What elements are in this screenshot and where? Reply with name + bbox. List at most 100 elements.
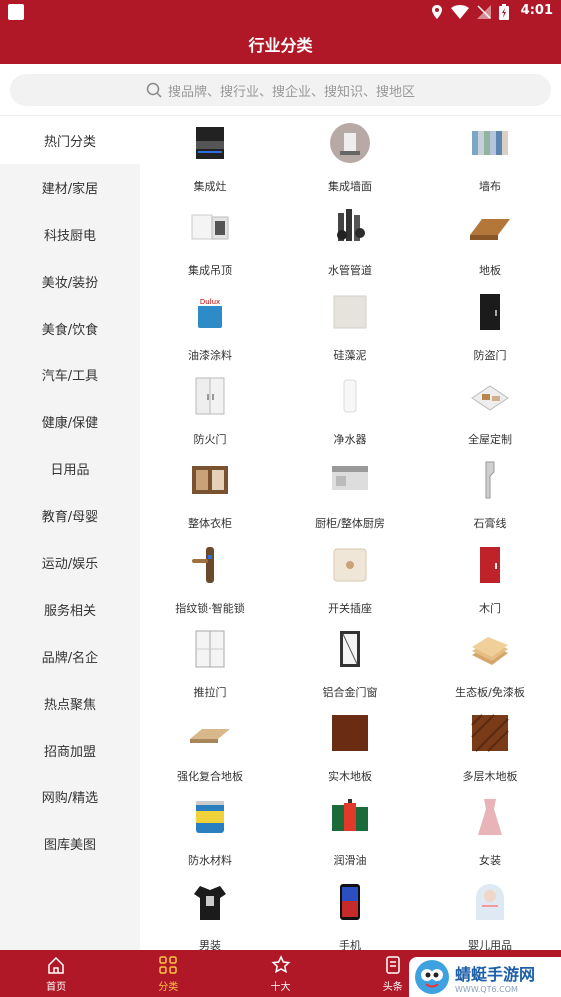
category-label: 防盗门 (473, 348, 507, 362)
category-label: 推拉门 (193, 685, 227, 699)
multilayer-floor-icon (468, 711, 512, 755)
stove-icon (188, 121, 232, 165)
sidebar-item-label: 网购/精选 (41, 791, 99, 807)
floor-board-icon (468, 205, 512, 249)
status-icons (431, 4, 509, 20)
baby-swaddle-icon (468, 880, 512, 924)
paint-bucket-icon: Dulux (188, 290, 232, 334)
category-item[interactable]: 石膏线 (420, 454, 560, 538)
category-item[interactable]: 防火门 (140, 370, 280, 454)
category-item[interactable]: 水管管道 (280, 201, 420, 285)
category-label: 石膏线 (473, 517, 507, 531)
category-item[interactable]: 木门 (420, 539, 560, 623)
sidebar-item[interactable]: 品牌/名企 (0, 633, 140, 680)
watermark-name: 蜻蜓手游网 (455, 964, 536, 984)
category-label: 油漆涂料 (188, 348, 232, 362)
watermark-url: WWW.QT6.COM (455, 984, 518, 994)
category-item[interactable]: 硅藻泥 (280, 286, 420, 370)
category-item[interactable]: 女装 (420, 791, 560, 875)
category-label: 防水材料 (188, 854, 232, 868)
category-label: 女装 (479, 854, 501, 868)
category-label: 净水器 (333, 432, 367, 446)
tab-label: 头条 (382, 981, 403, 993)
category-item[interactable]: 铝合金门窗 (280, 623, 420, 707)
sidebar-item[interactable]: 招商加盟 (0, 727, 140, 774)
category-label: 婴儿用品 (468, 938, 512, 950)
category-item[interactable]: 多层木地板 (420, 707, 560, 791)
sidebar-item[interactable]: 汽车/工具 (0, 351, 140, 398)
category-icon (158, 955, 178, 975)
sidebar-item-label: 运动/娱乐 (41, 556, 99, 572)
category-item[interactable]: 开关插座 (280, 539, 420, 623)
ceiling-icon (188, 205, 232, 249)
battery-icon (499, 4, 509, 20)
aluminum-window-icon (328, 627, 372, 671)
category-item[interactable]: 推拉门 (140, 623, 280, 707)
sidebar-item[interactable]: 健康/保健 (0, 398, 140, 445)
category-item[interactable]: 男装 (140, 876, 280, 950)
wardrobe-icon (188, 458, 232, 502)
category-item[interactable]: 全屋定制 (420, 370, 560, 454)
svg-text:Dulux: Dulux (200, 298, 220, 306)
sidebar-item[interactable]: 美妆/装扮 (0, 258, 140, 305)
sidebar-item[interactable]: 图库美图 (0, 820, 140, 867)
category-item[interactable]: 生态板/免漆板 (420, 623, 560, 707)
sidebar-item[interactable]: 运动/娱乐 (0, 539, 140, 586)
search-area: 搜品牌、搜行业、搜企业、搜知识、搜地区 (0, 64, 561, 116)
sidebar-item[interactable]: 服务相关 (0, 586, 140, 633)
diatom-mud-icon (328, 290, 372, 334)
tab-item[interactable]: 十大 (224, 950, 336, 997)
category-item[interactable]: 集成吊顶 (140, 201, 280, 285)
sidebar-item[interactable]: 热点聚焦 (0, 680, 140, 727)
category-label: 生态板/免漆板 (455, 685, 525, 699)
category-label: 整体衣柜 (188, 517, 232, 531)
category-item[interactable]: 集成墙面 (280, 117, 420, 201)
wall-cloth-icon (468, 121, 512, 165)
sidebar-item-label: 科技厨电 (43, 228, 96, 244)
dress-icon (468, 795, 512, 839)
category-item[interactable]: 润滑油 (280, 791, 420, 875)
search-input[interactable]: 搜品牌、搜行业、搜企业、搜知识、搜地区 (10, 74, 551, 106)
sidebar-item[interactable]: 网购/精选 (0, 773, 140, 820)
sidebar-item-label: 健康/保健 (41, 416, 99, 432)
sidebar-item-label: 热门分类 (43, 134, 96, 150)
search-icon (146, 82, 162, 98)
sidebar-item-label: 日用品 (50, 463, 90, 479)
sidebar-item[interactable]: 科技厨电 (0, 211, 140, 258)
category-item[interactable]: 强化复合地板 (140, 707, 280, 791)
category-item[interactable]: 整体衣柜 (140, 454, 280, 538)
title-bar: 行业分类 (0, 24, 561, 64)
tab-item[interactable]: 分类 (112, 950, 224, 997)
category-item[interactable]: 防水材料 (140, 791, 280, 875)
category-label: 润滑油 (333, 854, 367, 868)
wall-panel-icon (328, 121, 372, 165)
star-icon (270, 954, 291, 975)
category-item[interactable]: 集成灶 (140, 117, 280, 201)
sidebar-item-label: 美食/饮食 (41, 322, 99, 338)
category-item[interactable]: 婴儿用品 (420, 876, 560, 950)
category-item[interactable]: Dulux 油漆涂料 (140, 286, 280, 370)
fire-door-icon (188, 374, 232, 418)
sidebar-item[interactable]: 美食/饮食 (0, 305, 140, 352)
category-item[interactable]: 手机 (280, 876, 420, 950)
sidebar-item-label: 服务相关 (43, 603, 96, 619)
category-item[interactable]: 厨柜/整体厨房 (280, 454, 420, 538)
category-label: 集成灶 (193, 180, 227, 193)
category-item[interactable]: 实木地板 (280, 707, 420, 791)
category-item[interactable]: 指纹锁·智能锁 (140, 539, 280, 623)
sidebar-item-label: 招商加盟 (43, 744, 96, 760)
category-label: 水管管道 (328, 264, 372, 278)
sidebar-item[interactable]: 热门分类 (0, 117, 140, 164)
sidebar-item[interactable]: 教育/母婴 (0, 492, 140, 539)
category-item[interactable]: 地板 (420, 201, 560, 285)
category-item[interactable]: 净水器 (280, 370, 420, 454)
category-item[interactable]: 墙布 (420, 117, 560, 201)
sidebar-item-label: 美妆/装扮 (41, 275, 99, 291)
phone-icon (328, 880, 372, 924)
category-label: 铝合金门窗 (322, 685, 378, 699)
sidebar-item[interactable]: 日用品 (0, 445, 140, 492)
tab-item[interactable]: 首页 (0, 950, 112, 997)
category-item[interactable]: 防盗门 (420, 286, 560, 370)
category-label: 开关插座 (328, 601, 372, 615)
sidebar-item[interactable]: 建材/家居 (0, 164, 140, 211)
